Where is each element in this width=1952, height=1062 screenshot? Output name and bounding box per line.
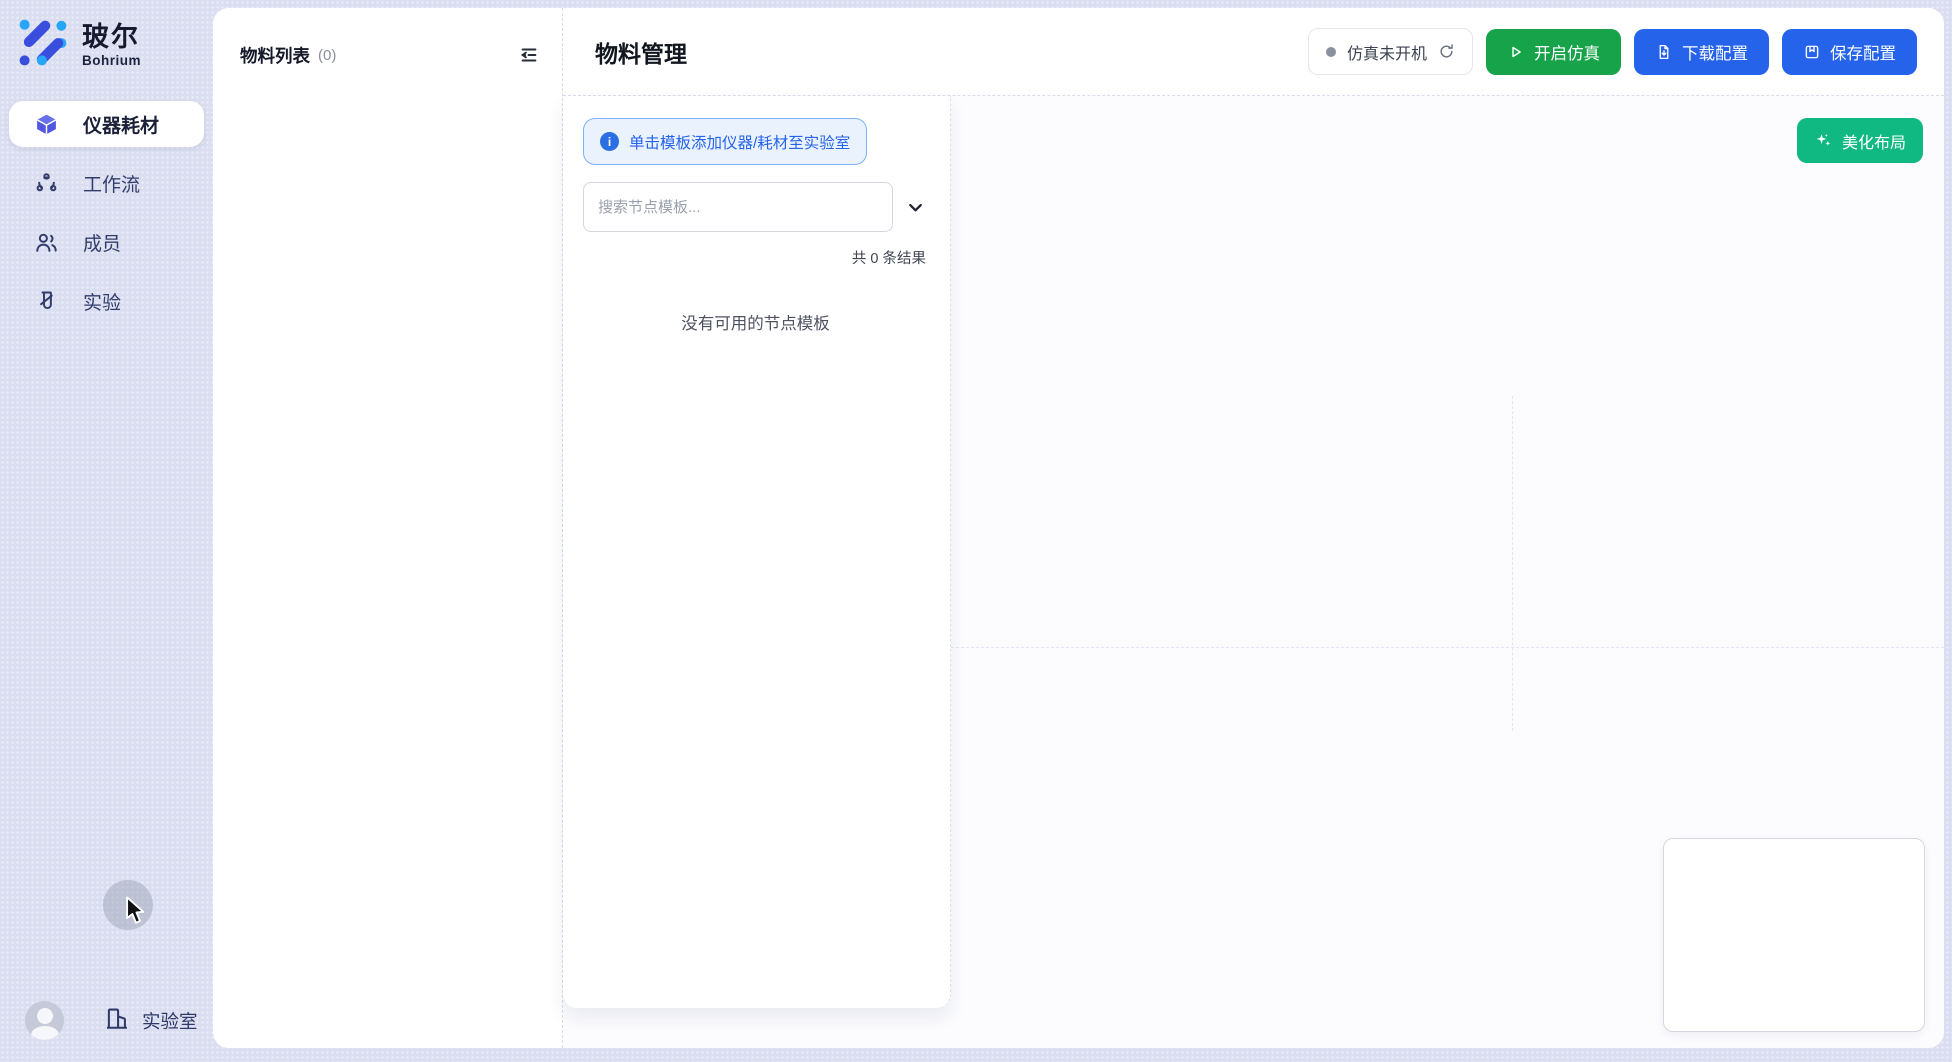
material-list-panel: 物料列表 (0) xyxy=(213,8,563,1048)
building-icon xyxy=(104,1005,130,1036)
experiment-icon xyxy=(33,288,59,314)
avatar[interactable] xyxy=(25,1001,64,1040)
download-config-button[interactable]: 下载配置 xyxy=(1634,29,1769,75)
file-download-icon xyxy=(1655,43,1673,61)
indent-collapse-icon[interactable] xyxy=(516,42,542,68)
palette-search-row xyxy=(583,182,928,232)
canvas-gridline-horizontal xyxy=(951,647,1944,648)
cube-icon xyxy=(33,111,59,137)
material-list-count: (0) xyxy=(318,47,336,64)
download-config-label: 下载配置 xyxy=(1682,40,1748,64)
material-list-header: 物料列表 (0) xyxy=(240,42,542,68)
content-card: 物料列表 (0) 物料管理 仿 xyxy=(213,8,1944,1048)
brand-name-en: Bohrium xyxy=(82,53,141,68)
brand-text: 玻尔 Bohrium xyxy=(82,22,141,68)
template-search-input[interactable] xyxy=(583,182,893,232)
header-actions: 仿真未开机 xyxy=(1308,28,1917,75)
sidebar-item-members[interactable]: 成员 xyxy=(9,219,204,265)
save-config-button[interactable]: 保存配置 xyxy=(1782,29,1917,75)
sidebar-menu: 仪器耗材 工作流 xyxy=(0,101,213,324)
lab-label: 实验室 xyxy=(142,1008,198,1034)
sidebar: 玻尔 Bohrium 仪器耗材 xyxy=(0,0,213,1062)
page-header: 物料管理 仿真未开机 xyxy=(563,8,1944,96)
lab-switcher[interactable]: 实验室 xyxy=(104,1005,198,1036)
app-window: 玻尔 Bohrium 仪器耗材 xyxy=(0,0,1952,1062)
template-result-count: 共 0 条结果 xyxy=(583,247,928,268)
sidebar-item-label: 工作流 xyxy=(83,170,140,197)
minimap-panel[interactable] xyxy=(1663,838,1925,1032)
chevron-down-icon[interactable] xyxy=(902,194,928,220)
sidebar-item-instruments[interactable]: 仪器耗材 xyxy=(9,101,204,147)
canvas-gridline-vertical xyxy=(1512,396,1513,731)
palette-banner-text: 单击模板添加仪器/耗材至实验室 xyxy=(629,131,850,153)
brand: 玻尔 Bohrium xyxy=(0,0,213,73)
sparkles-icon xyxy=(1814,131,1833,150)
sidebar-item-workflow[interactable]: 工作流 xyxy=(9,160,204,206)
save-config-label: 保存配置 xyxy=(1830,40,1896,64)
brand-name-zh: 玻尔 xyxy=(82,22,141,52)
beautify-layout-label: 美化布局 xyxy=(1842,129,1906,153)
save-icon xyxy=(1803,43,1821,61)
material-list-title: 物料列表 xyxy=(240,43,310,68)
sidebar-item-label: 实验 xyxy=(83,288,121,315)
node-template-palette: i 单击模板添加仪器/耗材至实验室 共 0 条结果 没有可用的节点模板 xyxy=(563,96,951,1008)
sidebar-item-label: 仪器耗材 xyxy=(83,111,159,138)
status-label: 仿真未开机 xyxy=(1347,40,1427,64)
sidebar-footer: 实验室 xyxy=(25,1001,198,1040)
start-simulation-button[interactable]: 开启仿真 xyxy=(1486,29,1621,75)
sidebar-item-experiments[interactable]: 实验 xyxy=(9,278,204,324)
status-dot-icon xyxy=(1326,47,1336,57)
members-icon xyxy=(33,229,59,255)
sidebar-item-label: 成员 xyxy=(83,229,121,256)
page-title: 物料管理 xyxy=(595,35,687,69)
main-column: 物料管理 仿真未开机 xyxy=(563,8,1944,1048)
simulation-status-pill[interactable]: 仿真未开机 xyxy=(1308,28,1473,75)
palette-info-banner: i 单击模板添加仪器/耗材至实验室 xyxy=(583,118,867,165)
bohrium-logo-icon xyxy=(17,16,69,73)
beautify-layout-button[interactable]: 美化布局 xyxy=(1797,118,1923,163)
template-empty-text: 没有可用的节点模板 xyxy=(583,310,928,334)
refresh-icon[interactable] xyxy=(1438,43,1455,60)
info-icon: i xyxy=(600,132,619,151)
workflow-icon xyxy=(33,170,59,196)
start-simulation-label: 开启仿真 xyxy=(1534,40,1600,64)
flow-canvas[interactable]: i 单击模板添加仪器/耗材至实验室 共 0 条结果 没有可用的节点模板 xyxy=(563,96,1944,1048)
play-icon xyxy=(1507,43,1525,61)
